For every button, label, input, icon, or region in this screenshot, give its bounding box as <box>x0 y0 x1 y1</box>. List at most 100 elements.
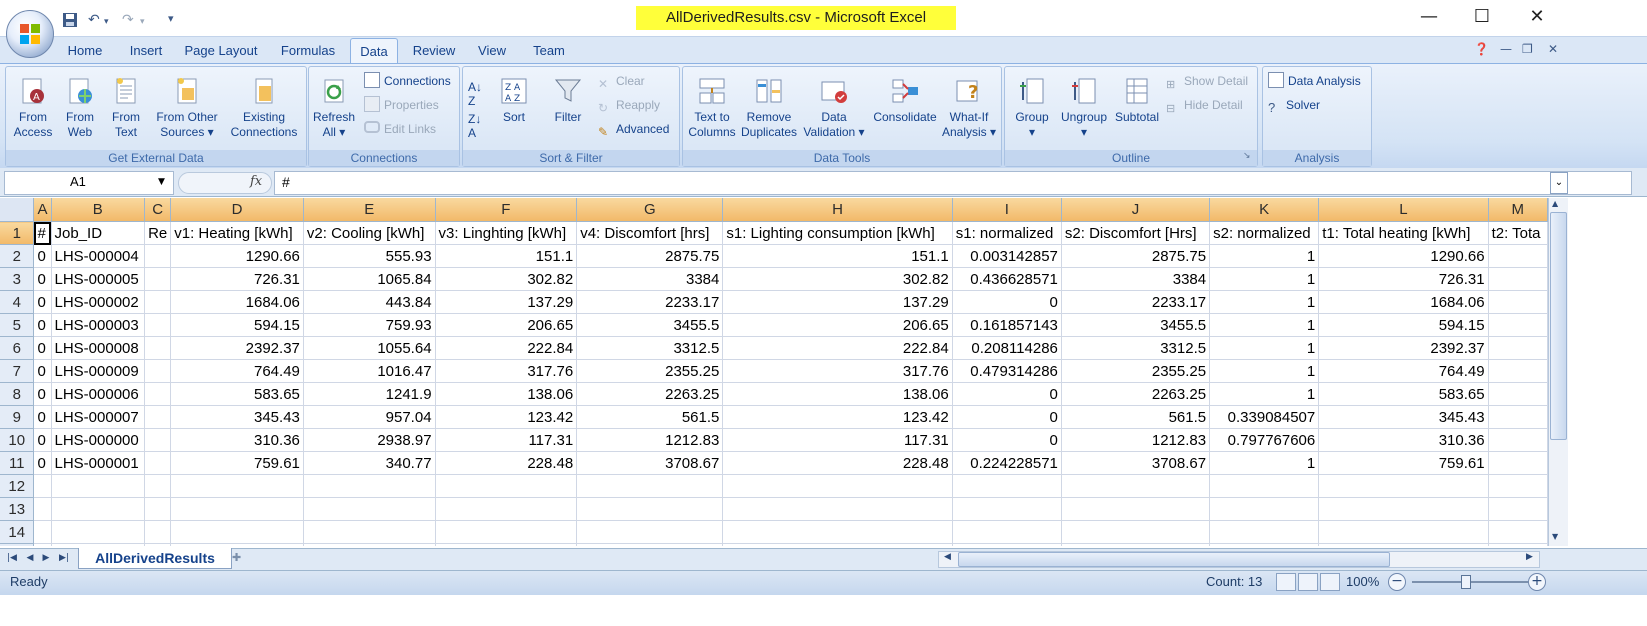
cell[interactable]: # <box>33 221 52 245</box>
maximize-button[interactable]: ☐ <box>1460 4 1504 30</box>
worksheet-grid[interactable]: ABCDEFGHIJKLM 1 # Job_ID Re v1: Heating [kWh… <box>0 198 1548 546</box>
cell[interactable]: 1684.06 <box>1318 290 1489 314</box>
from-other-sources-button[interactable]: From Other Sources ▾ <box>150 70 224 140</box>
cell[interactable]: 2233.17 <box>576 290 724 314</box>
cell[interactable]: 222.84 <box>435 336 578 360</box>
cell[interactable]: 117.31 <box>722 428 953 452</box>
cell[interactable] <box>1318 520 1489 544</box>
cell[interactable] <box>170 543 304 546</box>
cell[interactable] <box>1488 520 1548 544</box>
column-header[interactable]: H <box>722 198 953 222</box>
cell[interactable]: 317.76 <box>435 359 578 383</box>
cell[interactable]: 1 <box>1209 451 1320 475</box>
cell[interactable] <box>1488 267 1548 291</box>
cell[interactable]: 759.93 <box>303 313 436 337</box>
cell[interactable]: 2875.75 <box>576 244 724 268</box>
redo-dropdown-icon[interactable]: ▾ <box>140 17 145 35</box>
ribbon-restore-icon[interactable]: ❐ <box>1522 42 1533 56</box>
row-header[interactable]: 15 <box>0 543 35 546</box>
cell[interactable]: 3455.5 <box>576 313 724 337</box>
cell[interactable]: 0 <box>952 428 1062 452</box>
cell[interactable] <box>144 290 172 314</box>
cell[interactable]: 764.49 <box>1318 359 1489 383</box>
select-all-corner[interactable] <box>0 198 35 222</box>
cell[interactable]: 0 <box>33 382 52 406</box>
cell[interactable] <box>303 520 436 544</box>
cell[interactable]: LHS-000000 <box>51 428 146 452</box>
zoom-level[interactable]: 100% <box>1346 573 1379 591</box>
cell[interactable]: 2355.25 <box>576 359 724 383</box>
cell[interactable]: 1290.66 <box>170 244 304 268</box>
tab-review[interactable]: Review <box>406 36 462 63</box>
data-validation-button[interactable]: Data Validation ▾ <box>800 70 868 140</box>
scroll-left-icon[interactable]: ◀ <box>944 552 951 562</box>
cell[interactable]: LHS-000004 <box>51 244 146 268</box>
cell[interactable]: 0 <box>952 382 1062 406</box>
cell[interactable]: 0 <box>33 405 52 429</box>
from-web-button[interactable]: From Web <box>58 70 102 140</box>
column-header[interactable]: I <box>952 198 1062 222</box>
cell[interactable]: 138.06 <box>435 382 578 406</box>
cell[interactable] <box>1061 520 1211 544</box>
edit-links-button[interactable]: Edit Links <box>364 120 436 138</box>
cell[interactable]: 151.1 <box>722 244 953 268</box>
cell[interactable]: 759.61 <box>1318 451 1489 475</box>
cell[interactable]: 123.42 <box>722 405 953 429</box>
cell[interactable]: 561.5 <box>576 405 724 429</box>
cell[interactable]: 3384 <box>576 267 724 291</box>
horizontal-scroll-thumb[interactable] <box>958 552 1390 567</box>
cell[interactable]: 957.04 <box>303 405 436 429</box>
cell[interactable]: s1: Lighting consumption [kWh] <box>722 221 953 245</box>
cell[interactable] <box>1209 520 1320 544</box>
first-sheet-icon[interactable]: |◀ <box>6 550 18 566</box>
row-header[interactable]: 11 <box>0 451 35 475</box>
cell[interactable]: 0 <box>33 267 52 291</box>
minimize-button[interactable]: — <box>1407 4 1451 30</box>
cell[interactable] <box>1061 543 1211 546</box>
cell[interactable]: LHS-000009 <box>51 359 146 383</box>
tab-data[interactable]: Data <box>350 38 398 65</box>
cell[interactable]: 583.65 <box>1318 382 1489 406</box>
zoom-out-icon[interactable]: − <box>1388 573 1406 591</box>
tab-view[interactable]: View <box>472 36 512 63</box>
cell[interactable]: 138.06 <box>722 382 953 406</box>
cell[interactable]: 759.61 <box>170 451 304 475</box>
remove-duplicates-button[interactable]: Remove Duplicates <box>740 70 798 140</box>
column-header[interactable]: J <box>1061 198 1211 222</box>
name-box[interactable] <box>4 171 174 195</box>
cell[interactable] <box>722 543 953 546</box>
row-header[interactable]: 10 <box>0 428 35 452</box>
cell[interactable] <box>722 520 953 544</box>
cell[interactable]: 206.65 <box>435 313 578 337</box>
cell[interactable]: 1241.9 <box>303 382 436 406</box>
cell[interactable]: 2263.25 <box>576 382 724 406</box>
cell[interactable]: 1212.83 <box>576 428 724 452</box>
cell[interactable] <box>33 543 52 546</box>
cell[interactable] <box>952 497 1062 521</box>
cell[interactable]: 2938.97 <box>303 428 436 452</box>
cell[interactable]: 0 <box>952 405 1062 429</box>
cell[interactable]: 0 <box>33 290 52 314</box>
from-access-button[interactable]: A From Access <box>8 70 58 140</box>
cell[interactable]: 0.797767606 <box>1209 428 1320 452</box>
cell[interactable] <box>144 244 172 268</box>
normal-view-icon[interactable] <box>1276 573 1296 591</box>
cell[interactable]: 3455.5 <box>1061 313 1211 337</box>
cell[interactable]: 0 <box>33 359 52 383</box>
cell[interactable]: 561.5 <box>1061 405 1211 429</box>
cell[interactable]: Job_ID <box>51 221 146 245</box>
scroll-right-icon[interactable]: ▶ <box>1526 552 1533 562</box>
cell[interactable]: 340.77 <box>303 451 436 475</box>
cell[interactable]: 137.29 <box>722 290 953 314</box>
cell[interactable]: 0 <box>952 290 1062 314</box>
row-header[interactable]: 3 <box>0 267 35 291</box>
cell[interactable]: 594.15 <box>170 313 304 337</box>
cell[interactable] <box>722 497 953 521</box>
cell[interactable]: 302.82 <box>435 267 578 291</box>
cell[interactable] <box>51 474 146 498</box>
sort-z-to-a-icon[interactable]: Z↓ A <box>468 112 481 140</box>
cell[interactable]: s2: Discomfort [Hrs] <box>1061 221 1211 245</box>
cell[interactable] <box>1488 543 1548 546</box>
cell[interactable] <box>51 543 146 546</box>
cell[interactable]: 1212.83 <box>1061 428 1211 452</box>
